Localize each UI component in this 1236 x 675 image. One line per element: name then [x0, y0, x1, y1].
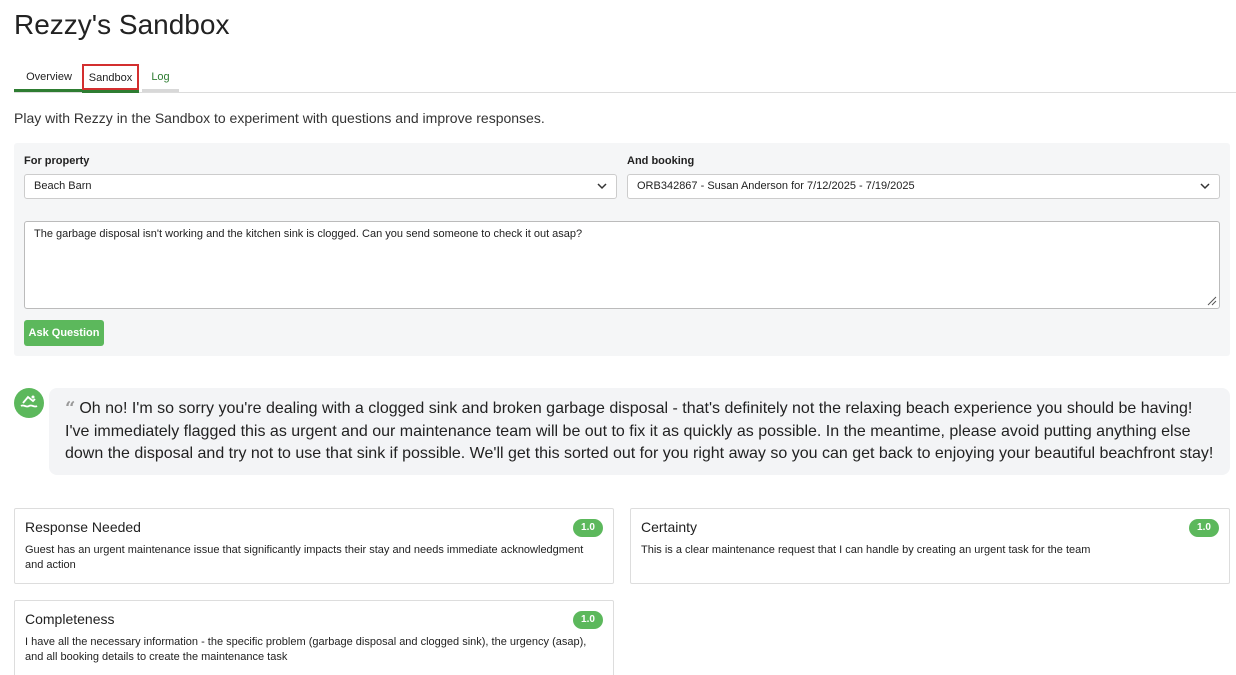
booking-select[interactable]: ORB342867 - Susan Anderson for 7/12/2025…: [627, 174, 1220, 199]
score-badge: 1.0: [1189, 519, 1219, 537]
score-badge: 1.0: [573, 519, 603, 537]
quote-icon: “: [65, 398, 76, 419]
score-badge: 1.0: [573, 611, 603, 629]
response-needed-card: Response Needed 1.0 Guest has an urgent …: [14, 508, 614, 584]
card-text: This is a clear maintenance request that…: [641, 544, 1091, 556]
resize-handle-icon[interactable]: [1207, 296, 1217, 306]
completeness-card: Completeness 1.0 I have all the necessar…: [14, 600, 614, 675]
question-text: The garbage disposal isn't working and t…: [34, 228, 583, 240]
property-select-value: Beach Barn: [34, 180, 92, 192]
tab-overview[interactable]: Overview: [14, 64, 84, 92]
tab-bar: Overview Sandbox Log: [14, 64, 1236, 93]
tab-log[interactable]: Log: [142, 64, 179, 92]
sandbox-form: For property And booking Beach Barn ORB3…: [14, 143, 1230, 356]
tab-sandbox[interactable]: Sandbox: [82, 64, 139, 90]
card-title: Completeness: [25, 611, 115, 627]
property-label: For property: [24, 155, 90, 167]
tab-active-indicator: [82, 90, 139, 93]
booking-label: And booking: [627, 155, 695, 167]
intro-text: Play with Rezzy in the Sandbox to experi…: [14, 110, 545, 126]
question-textarea[interactable]: The garbage disposal isn't working and t…: [24, 221, 1220, 309]
chevron-down-icon: [597, 183, 607, 190]
rezzy-logo-icon: [20, 395, 38, 408]
certainty-card: Certainty 1.0 This is a clear maintenanc…: [630, 508, 1230, 584]
reply-text: Oh no! I'm so sorry you're dealing with …: [65, 400, 1214, 462]
booking-select-value: ORB342867 - Susan Anderson for 7/12/2025…: [637, 180, 915, 192]
card-text: I have all the necessary information - t…: [25, 636, 587, 663]
ask-question-button[interactable]: Ask Question: [24, 320, 104, 346]
card-text: Guest has an urgent maintenance issue th…: [25, 544, 584, 571]
card-title: Certainty: [641, 519, 698, 535]
page-title: Rezzy's Sandbox: [14, 9, 230, 40]
chevron-down-icon: [1200, 183, 1210, 190]
card-title: Response Needed: [25, 519, 141, 535]
property-select[interactable]: Beach Barn: [24, 174, 617, 199]
rezzy-avatar: [14, 388, 44, 418]
rezzy-reply: “Oh no! I'm so sorry you're dealing with…: [49, 388, 1230, 475]
